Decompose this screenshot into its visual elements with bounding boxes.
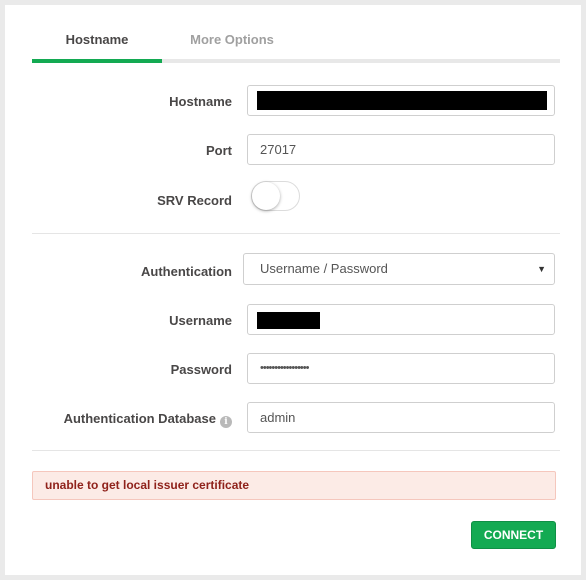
- auth-database-input[interactable]: admin: [247, 402, 555, 433]
- tab-more-options[interactable]: More Options: [162, 30, 302, 60]
- tab-bar: Hostname More Options: [32, 30, 560, 64]
- connect-button[interactable]: CONNECT: [471, 521, 556, 549]
- toggle-knob: [252, 182, 280, 210]
- username-label: Username: [169, 313, 232, 328]
- srv-record-label: SRV Record: [157, 193, 232, 208]
- tab-hostname[interactable]: Hostname: [32, 30, 162, 60]
- password-input[interactable]: •••••••••••••••••: [247, 353, 555, 384]
- section-divider-bottom: [32, 450, 560, 451]
- username-input[interactable]: [247, 304, 555, 335]
- connect-form-panel: Hostname More Options Hostname Port 2701…: [5, 5, 581, 575]
- error-message: unable to get local issuer certificate: [32, 471, 556, 500]
- port-label: Port: [206, 143, 232, 158]
- auth-database-label-text: Authentication Database: [63, 411, 216, 426]
- authentication-selected: Username / Password: [260, 261, 388, 276]
- tab-active-indicator: [32, 59, 162, 63]
- password-label: Password: [170, 362, 232, 377]
- username-redacted: [257, 312, 320, 329]
- info-icon[interactable]: i: [220, 416, 232, 428]
- port-input[interactable]: 27017: [247, 134, 555, 165]
- hostname-input[interactable]: [247, 85, 555, 116]
- hostname-label: Hostname: [169, 94, 232, 109]
- authentication-select[interactable]: Username / Password ▼: [243, 253, 555, 285]
- auth-database-label: Authentication Database i: [64, 411, 232, 428]
- hostname-redacted: [257, 91, 547, 110]
- authentication-label: Authentication: [141, 264, 232, 279]
- srv-record-toggle[interactable]: [251, 181, 300, 211]
- section-divider: [32, 233, 560, 234]
- chevron-down-icon: ▼: [537, 264, 546, 274]
